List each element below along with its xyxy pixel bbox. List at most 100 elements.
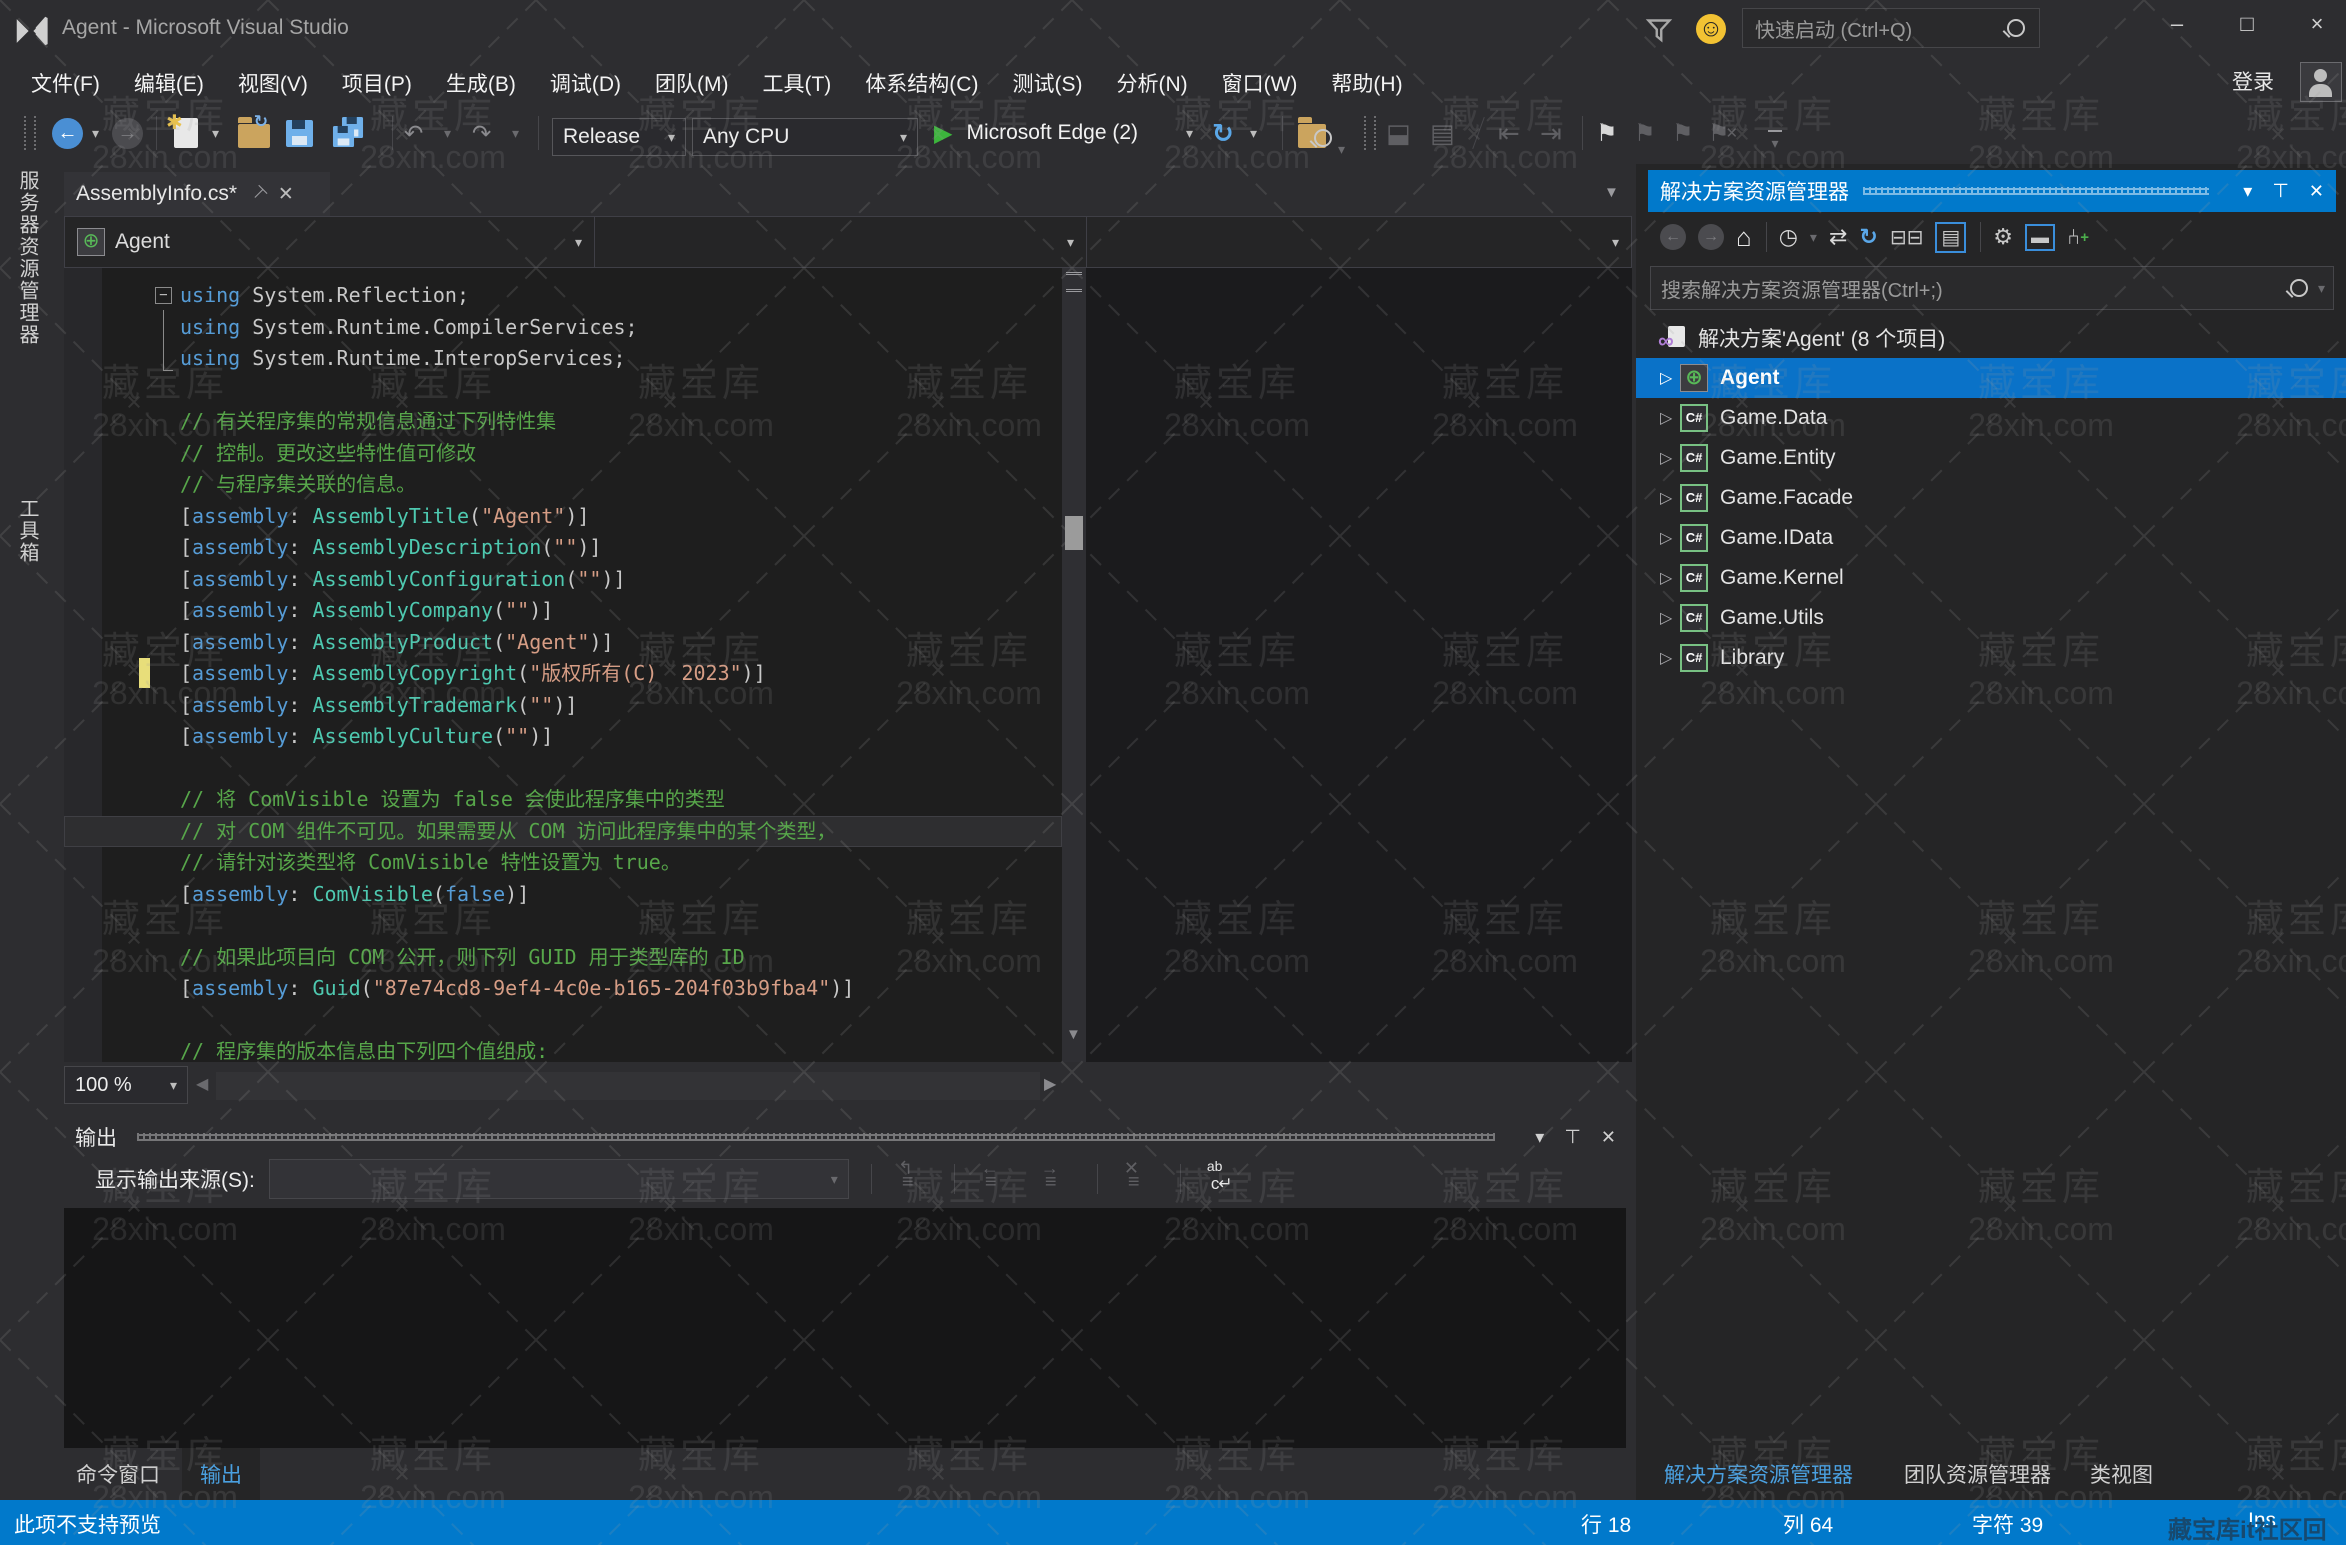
collapse-all-icon[interactable]: ⊟⊟ xyxy=(1890,225,1924,250)
output-content[interactable] xyxy=(64,1208,1626,1448)
navigate-forward-button[interactable]: → xyxy=(112,116,143,150)
pin-icon[interactable]: ⊤ xyxy=(2272,180,2289,203)
sidebar-rail-tab[interactable]: 服务器资源管理器 xyxy=(0,170,42,346)
save-all-button[interactable] xyxy=(330,116,364,150)
redo-button[interactable]: ↷ xyxy=(472,116,491,150)
start-debugging-dropdown[interactable]: ▾ xyxy=(1186,116,1193,150)
code-editor[interactable]: using System.Reflection; − using System.Ru… xyxy=(64,268,1062,1062)
document-tab[interactable]: AssemblyInfo.cs* ⊤ ✕ xyxy=(64,172,330,216)
navbar-project-select[interactable]: ⊕ Agent ▾ xyxy=(65,217,595,267)
expander-icon[interactable]: ▷ xyxy=(1660,528,1680,548)
solution-search-input[interactable]: 搜索解决方案资源管理器(Ctrl+;) ▾ xyxy=(1650,266,2334,310)
expander-icon[interactable]: ▷ xyxy=(1660,368,1680,388)
word-wrap-icon[interactable]: ab c↵ xyxy=(1207,1158,1241,1194)
menu-item[interactable]: 帮助(H) xyxy=(1314,62,1419,104)
redo-dropdown[interactable]: ▾ xyxy=(512,116,519,150)
close-icon[interactable]: ✕ xyxy=(1601,1127,1616,1148)
configuration-select[interactable]: Release ▾ xyxy=(552,118,686,156)
tool-window-tab[interactable]: 解决方案资源管理器 xyxy=(1646,1448,1871,1500)
platform-select[interactable]: Any CPU ▾ xyxy=(692,118,918,156)
tree-item-project[interactable]: ▷ ⊕ Agent xyxy=(1636,358,2346,398)
start-debugging-button[interactable]: ▶ Microsoft Edge (2) xyxy=(934,116,1138,150)
find-in-files-button[interactable] xyxy=(1298,116,1332,150)
toolbar-drag-grip[interactable] xyxy=(1364,116,1376,150)
menu-item[interactable]: 编辑(E) xyxy=(117,62,221,104)
sign-in-link[interactable]: 登录 xyxy=(2232,66,2274,96)
feedback-filter-icon[interactable] xyxy=(1644,16,1674,46)
close-icon[interactable]: ✕ xyxy=(278,183,294,206)
scroll-left-arrow[interactable]: ◀ xyxy=(196,1074,208,1094)
tree-item-project[interactable]: ▷ C# Game.Facade xyxy=(1636,478,2346,518)
navbar-type-select[interactable]: ▾ xyxy=(595,217,1087,267)
menu-item[interactable]: 测试(S) xyxy=(995,62,1099,104)
tree-item-project[interactable]: ▷ C# Game.Entity xyxy=(1636,438,2346,478)
window-position-dropdown[interactable]: ▾ xyxy=(2243,181,2252,202)
maximize-button[interactable]: □ xyxy=(2224,4,2270,44)
next-bookmark-icon[interactable]: ⚑ xyxy=(1672,116,1694,150)
expander-icon[interactable]: ▷ xyxy=(1660,568,1680,588)
toggle-bookmark-icon[interactable]: ⚑ xyxy=(1596,116,1618,150)
menu-item[interactable]: 窗口(W) xyxy=(1205,62,1315,104)
preview-selected-items-icon[interactable]: ▤ xyxy=(1935,221,1967,253)
menu-item[interactable]: 调试(D) xyxy=(533,62,638,104)
expander-icon[interactable]: ▷ xyxy=(1660,648,1680,668)
expander-icon[interactable]: ▷ xyxy=(1660,488,1680,508)
sidebar-rail-tab[interactable]: 工具箱 xyxy=(0,498,42,564)
clear-all-icon[interactable]: ✕ ≡ xyxy=(1124,1158,1158,1194)
menu-item[interactable]: 文件(F) xyxy=(14,62,117,104)
new-file-dropdown[interactable]: ▾ xyxy=(212,116,219,150)
solution-explorer-header[interactable]: 解决方案资源管理器 ▾ ⊤ ✕ xyxy=(1648,170,2336,212)
tool-window-tab[interactable]: 命令窗口 xyxy=(58,1448,178,1500)
tree-item-solution[interactable]: ∞ 解决方案'Agent' (8 个项目) xyxy=(1636,318,2346,358)
fold-collapse-icon[interactable]: − xyxy=(155,287,172,304)
feedback-smiley-icon[interactable]: ☺ xyxy=(1696,14,1726,44)
navbar-member-select[interactable]: ▾ xyxy=(1087,217,1631,267)
toolbar-overflow-dropdown[interactable]: ▾ xyxy=(1768,124,1782,158)
document-outline-icon[interactable]: ▤ xyxy=(1430,116,1455,150)
document-well-dropdown[interactable]: ▼ xyxy=(1604,184,1619,201)
scroll-down-arrow[interactable]: ▼ xyxy=(1066,1026,1081,1043)
pending-changes-filter-icon[interactable]: ◷ xyxy=(1779,224,1798,250)
navigate-to-icon[interactable]: ⬓ xyxy=(1386,116,1411,150)
editor-horizontal-scrollbar[interactable] xyxy=(216,1072,1040,1100)
sync-with-active-document-icon[interactable]: ⇄ xyxy=(1829,224,1847,250)
goto-message-icon[interactable]: ↰ ≡ xyxy=(898,1158,932,1194)
filter-dropdown[interactable]: ▾ xyxy=(1810,229,1817,246)
forward-icon[interactable]: → xyxy=(1698,224,1724,250)
minimize-button[interactable]: – xyxy=(2154,4,2200,44)
tree-item-project[interactable]: ▷ C# Game.Utils xyxy=(1636,598,2346,638)
expander-icon[interactable]: ▷ xyxy=(1660,408,1680,428)
save-button[interactable] xyxy=(286,116,313,150)
open-file-button[interactable]: ↻ xyxy=(238,112,270,150)
zoom-select[interactable]: 100 % ▾ xyxy=(64,1066,188,1104)
refresh-icon[interactable]: ↻ xyxy=(1859,224,1877,250)
output-source-select[interactable]: ▾ xyxy=(268,1159,849,1199)
increase-indent-icon[interactable]: ⇥ xyxy=(1540,116,1562,150)
close-icon[interactable]: ✕ xyxy=(2309,181,2324,202)
decrease-indent-icon[interactable]: ⇤ xyxy=(1498,116,1520,150)
tree-item-project[interactable]: ▷ C# Game.Kernel xyxy=(1636,558,2346,598)
quick-launch-input[interactable]: 快速启动 (Ctrl+Q) xyxy=(1742,8,2040,48)
previous-message-icon[interactable]: ← ≡ xyxy=(981,1158,1015,1194)
new-file-button[interactable]: ✱ xyxy=(166,112,198,150)
find-in-files-dropdown[interactable]: ▾ xyxy=(1338,132,1345,166)
pin-icon[interactable]: ⊤ xyxy=(1564,1126,1581,1149)
tree-item-project[interactable]: ▷ C# Library xyxy=(1636,638,2346,678)
previous-bookmark-icon[interactable]: ⚑ xyxy=(1634,116,1656,150)
refresh-browser-dropdown[interactable]: ▾ xyxy=(1250,116,1257,150)
switch-views-icon[interactable]: ⑃ + xyxy=(2067,224,2089,250)
toolbar-drag-grip[interactable] xyxy=(24,116,36,150)
editor-vertical-scrollbar[interactable]: ▼ xyxy=(1062,268,1086,1062)
window-position-dropdown[interactable]: ▾ xyxy=(1535,1127,1544,1148)
menu-item[interactable]: 项目(P) xyxy=(325,62,429,104)
menu-item[interactable]: 体系结构(C) xyxy=(848,62,995,104)
scrollbar-split-grip[interactable] xyxy=(1066,272,1082,292)
close-button[interactable]: × xyxy=(2294,4,2340,44)
expander-icon[interactable]: ▷ xyxy=(1660,448,1680,468)
menu-item[interactable]: 工具(T) xyxy=(745,62,848,104)
navigate-back-dropdown[interactable]: ▾ xyxy=(92,116,99,150)
menu-item[interactable]: 生成(B) xyxy=(429,62,533,104)
home-icon[interactable]: ⌂ xyxy=(1736,222,1752,253)
undo-dropdown[interactable]: ▾ xyxy=(444,116,451,150)
refresh-browser-button[interactable]: ↻ xyxy=(1212,116,1234,150)
